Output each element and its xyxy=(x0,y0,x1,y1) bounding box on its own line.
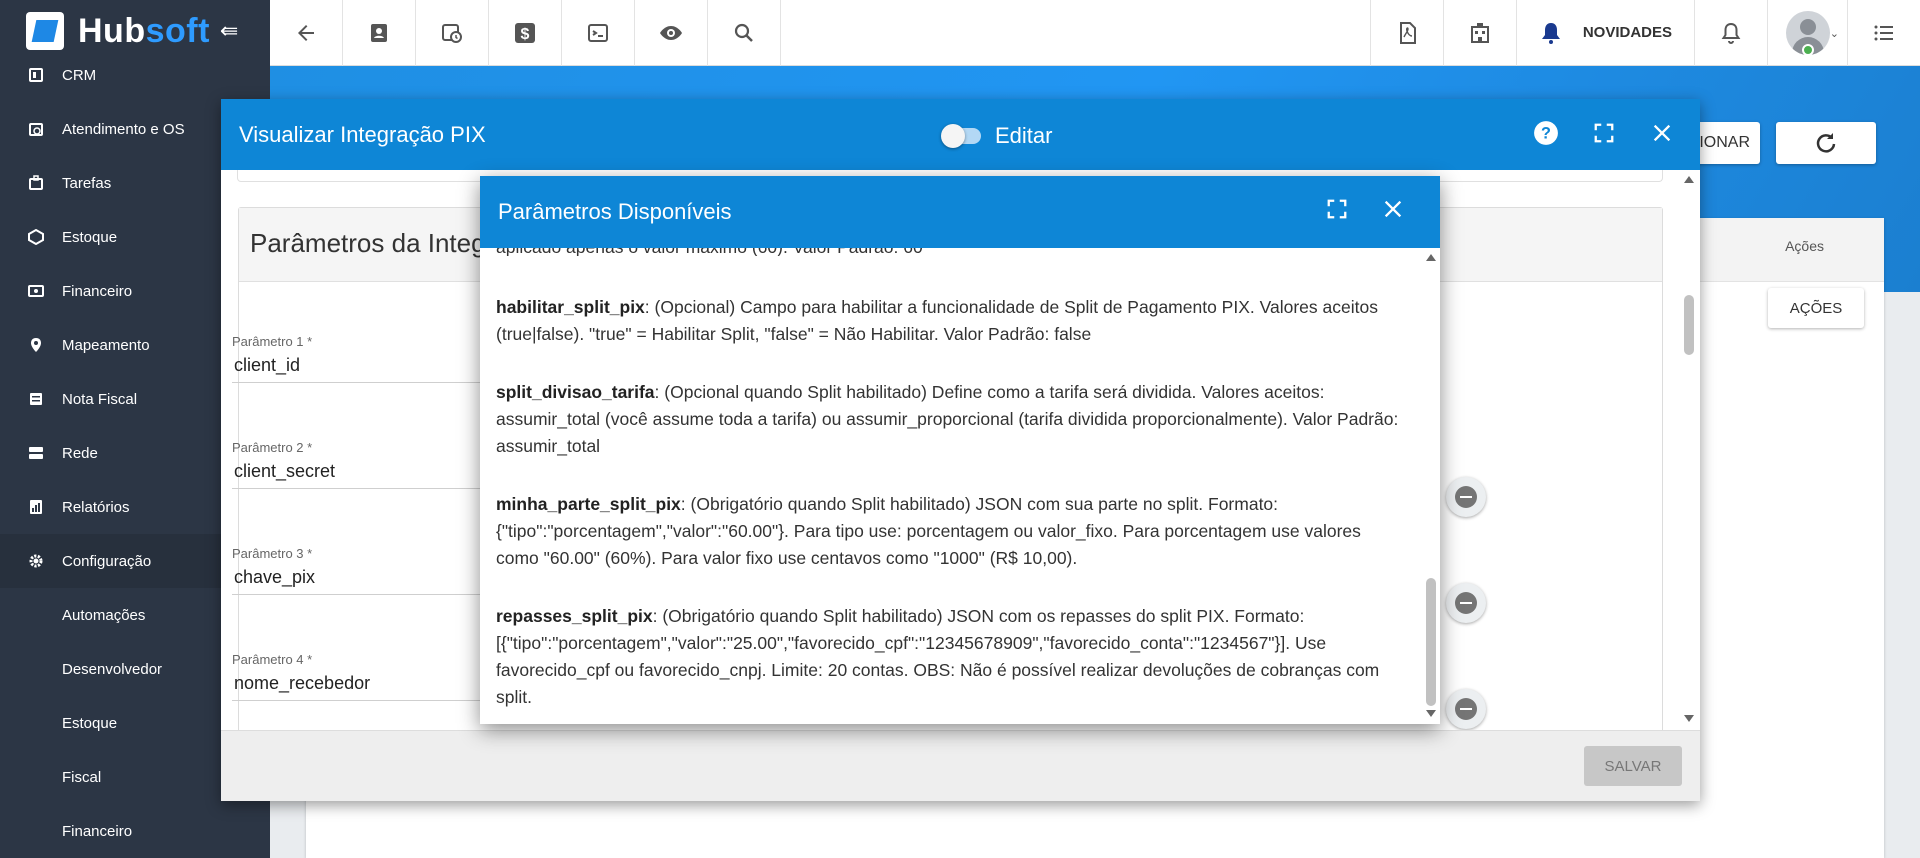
dialog-scrollbar[interactable] xyxy=(1680,170,1700,730)
sidebar-item-label: Mapeamento xyxy=(62,336,150,354)
remove-param-button[interactable] xyxy=(1446,689,1486,729)
minus-circle-icon xyxy=(1455,698,1477,720)
notifications-button[interactable] xyxy=(1694,0,1767,66)
sidebar-item-label: Configuração xyxy=(62,552,152,570)
bell-filled-icon xyxy=(1541,22,1560,44)
building-button[interactable] xyxy=(1442,0,1516,66)
bell-icon xyxy=(1721,22,1741,44)
hubsoft-logo-icon xyxy=(26,12,64,50)
view-button[interactable] xyxy=(635,0,708,66)
arrow-left-icon xyxy=(298,24,314,41)
building-icon xyxy=(1470,22,1489,43)
collapse-menu-icon[interactable]: ⇚ xyxy=(220,18,238,44)
crm-icon xyxy=(28,67,44,83)
sidebar-subitem-financeiro[interactable]: Financeiro xyxy=(0,804,270,858)
refresh-button[interactable] xyxy=(1776,122,1876,164)
param-name: repasses_split_pix xyxy=(496,606,653,626)
terminal-icon xyxy=(588,23,608,42)
dialog-title: Parâmetros Disponíveis xyxy=(498,199,732,224)
mapeamento-icon xyxy=(28,337,44,353)
toggle-switch[interactable] xyxy=(941,124,981,148)
minus-circle-icon xyxy=(1455,486,1477,508)
dialog-header: Parâmetros Disponíveis xyxy=(480,176,1440,248)
edit-toggle-label: Editar xyxy=(995,123,1053,148)
eye-icon xyxy=(660,25,682,40)
available-params-dialog: Parâmetros Disponíveis aplicado apenas o… xyxy=(480,176,1440,724)
remove-param-button[interactable] xyxy=(1446,583,1486,623)
relatorios-icon xyxy=(28,499,44,515)
acoes-column-header: Ações xyxy=(1785,238,1824,254)
novidades-button[interactable]: NOVIDADES xyxy=(1515,0,1694,66)
sidebar-subitem-label: Fiscal xyxy=(62,768,102,786)
nota-fiscal-icon xyxy=(28,391,44,407)
fullscreen-icon[interactable] xyxy=(1326,198,1348,225)
estoque-icon xyxy=(28,228,44,246)
sidebar-item-label: Nota Fiscal xyxy=(62,390,138,408)
help-icon[interactable]: ? xyxy=(1532,119,1560,147)
user-avatar-button[interactable]: ⌄ xyxy=(1767,0,1847,66)
sidebar-item-label: Estoque xyxy=(62,228,118,246)
dialog-title: Visualizar Integração PIX xyxy=(239,121,486,147)
minus-circle-icon xyxy=(1455,592,1477,614)
edit-toggle[interactable]: Editar xyxy=(941,123,1053,149)
sidebar-subitem-label: Automações xyxy=(62,606,146,624)
refresh-icon xyxy=(1816,133,1836,153)
brand-name: Hubsoft xyxy=(78,11,210,50)
svg-text:?: ? xyxy=(1541,124,1551,142)
acoes-button[interactable]: AÇÕES xyxy=(1768,288,1864,328)
param-description: habilitar_split_pix: (Opcional) Campo pa… xyxy=(496,294,1408,348)
contact-card-icon xyxy=(371,23,387,42)
pdf-button[interactable] xyxy=(1369,0,1443,66)
param-name: minha_parte_split_pix xyxy=(496,494,681,514)
param-description: minha_parte_split_pix: (Obrigatório quan… xyxy=(496,491,1408,572)
financeiro-icon xyxy=(28,283,44,299)
param-name: habilitar_split_pix xyxy=(496,297,645,317)
sidebar-subitem-label: Desenvolvedor xyxy=(62,660,163,678)
atendimento-icon xyxy=(28,121,44,137)
topbar: $ NOVIDADES ⌄ xyxy=(270,0,1920,66)
contacts-button[interactable] xyxy=(343,0,416,66)
list-icon xyxy=(1874,25,1893,40)
online-status-icon xyxy=(1802,43,1814,56)
truncated-text: aplicado apenas o valor máximo (60). Val… xyxy=(496,248,1408,256)
search-button[interactable] xyxy=(708,0,781,66)
param-description: split_divisao_tarifa: (Opcional quando S… xyxy=(496,379,1408,460)
logo: Hubsoft ⇚ xyxy=(0,0,270,62)
save-button[interactable]: SALVAR xyxy=(1584,746,1682,786)
close-icon[interactable] xyxy=(1648,119,1676,147)
back-button[interactable] xyxy=(270,0,343,66)
chevron-down-icon: ⌄ xyxy=(1829,27,1839,40)
params-scrollbar[interactable] xyxy=(1422,248,1440,724)
sidebar-item-label: Atendimento e OS xyxy=(62,120,185,138)
calendar-clock-icon xyxy=(442,23,462,43)
sidebar-subitem-label: Financeiro xyxy=(62,822,133,840)
financeiro-button[interactable]: $ xyxy=(489,0,562,66)
svg-text:$: $ xyxy=(521,26,530,43)
terminal-button[interactable] xyxy=(562,0,635,66)
sidebar-item-label: CRM xyxy=(62,66,97,84)
dialog-footer: SALVAR xyxy=(221,730,1700,801)
schedule-button[interactable] xyxy=(416,0,489,66)
param-name: split_divisao_tarifa xyxy=(496,382,655,402)
param-description: repasses_split_pix: (Obrigatório quando … xyxy=(496,603,1408,711)
dialog-header: Visualizar Integração PIX Editar ? xyxy=(221,99,1700,170)
sidebar-item-label: Financeiro xyxy=(62,282,133,300)
rede-icon xyxy=(28,445,44,461)
search-icon xyxy=(734,23,753,42)
close-icon[interactable] xyxy=(1382,198,1404,225)
params-list: aplicado apenas o valor máximo (60). Val… xyxy=(480,248,1422,724)
fullscreen-icon[interactable] xyxy=(1590,119,1618,147)
novidades-label: NOVIDADES xyxy=(1582,24,1672,41)
sidebar-item-label: Rede xyxy=(62,444,98,462)
remove-param-button[interactable] xyxy=(1446,477,1486,517)
pdf-file-icon xyxy=(1399,21,1416,44)
sidebar-subitem-label: Estoque xyxy=(62,714,118,732)
menu-list-button[interactable] xyxy=(1847,0,1920,66)
dollar-icon: $ xyxy=(515,22,535,43)
gear-icon xyxy=(28,553,44,569)
sidebar-item-label: Tarefas xyxy=(62,174,112,192)
sidebar-item-label: Relatórios xyxy=(62,498,130,516)
tarefas-icon xyxy=(28,175,44,191)
